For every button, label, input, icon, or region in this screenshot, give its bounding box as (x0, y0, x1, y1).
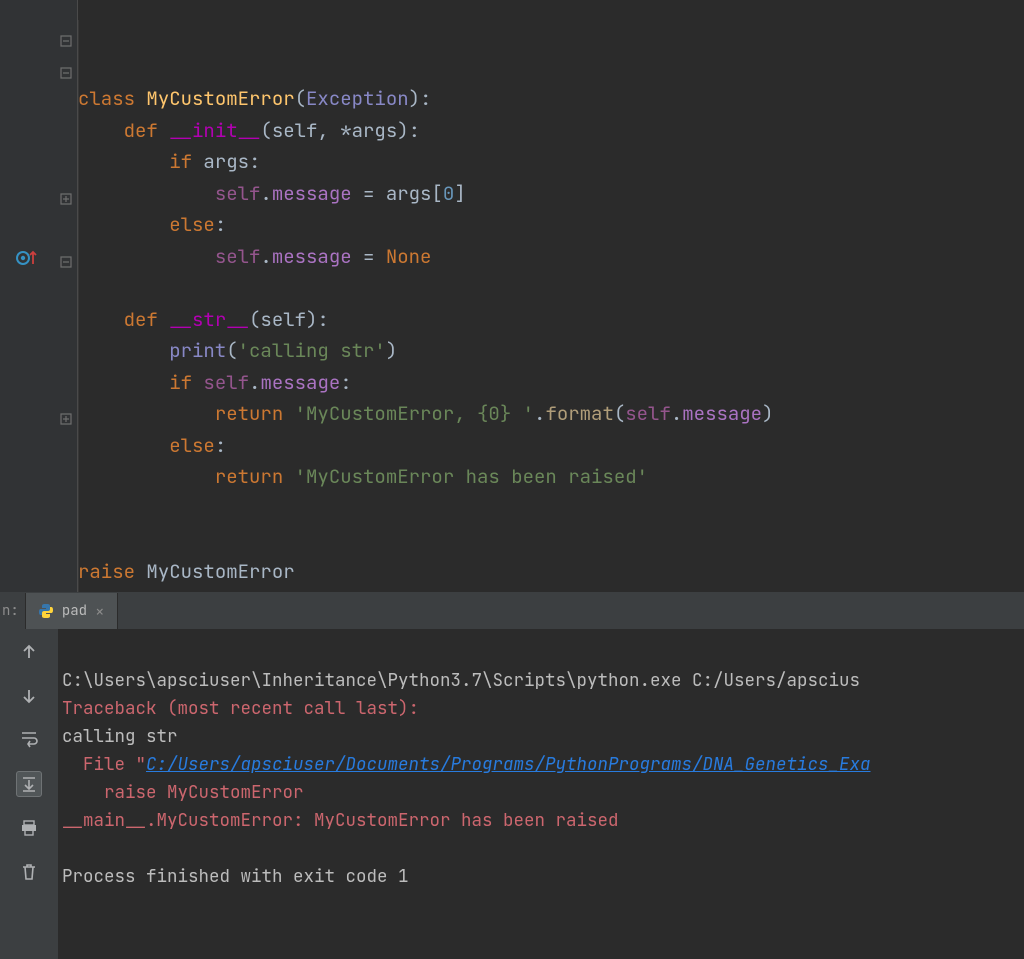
code-keyword: if (169, 149, 192, 174)
console-command: C:\Users\apsciuser\Inheritance\Python3.7… (62, 669, 860, 692)
code-keyword: return (215, 401, 283, 426)
code-method: format (545, 401, 613, 426)
code-keyword: raise (78, 559, 135, 584)
scroll-to-end-icon[interactable] (16, 771, 42, 797)
code-attr: message (272, 181, 352, 206)
console-exit: Process finished with exit code 1 (62, 865, 409, 888)
fold-icon-close[interactable] (60, 186, 72, 198)
code-keyword: def (124, 118, 158, 143)
code-dunder: __str__ (169, 307, 249, 332)
code-builtin: print (169, 338, 226, 363)
trash-icon[interactable] (16, 859, 42, 885)
console-error-line: __main__.MyCustomError: MyCustomError ha… (62, 809, 619, 832)
fold-icon-open[interactable] (60, 28, 72, 40)
code-keyword: def (124, 307, 158, 332)
code-string: 'calling str' (238, 338, 386, 363)
run-tabs: n: pad × (0, 593, 1024, 629)
print-icon[interactable] (16, 815, 42, 841)
code-dunder: __init__ (169, 118, 260, 143)
console-file-prefix: File (62, 753, 136, 776)
run-tab-pad[interactable]: pad × (26, 593, 118, 629)
run-prefix-label: n: (0, 593, 26, 629)
run-tool-window: n: pad × C:\Users\apsciuser\Inheritance\… (0, 592, 1024, 959)
code-attr: message (272, 244, 352, 269)
code-self: self (625, 401, 671, 426)
code-none: None (386, 244, 432, 269)
console-file-link[interactable]: C:/Users/apsciuser/Documents/Programs/Py… (146, 753, 871, 776)
code-number: 0 (443, 181, 454, 206)
editor-area: class MyCustomError(Exception): def __in… (0, 0, 1024, 592)
code-string: 'MyCustomError, {0} ' (295, 401, 534, 426)
code-keyword: if (169, 370, 192, 395)
code-self: self (203, 370, 249, 395)
code-base: Exception (306, 86, 409, 111)
code-attr: message (682, 401, 762, 426)
code-attr: message (260, 370, 340, 395)
code-op: = (363, 244, 374, 269)
code-op: = (363, 181, 374, 206)
console-toolbar (0, 629, 58, 959)
code-keyword: return (215, 464, 283, 489)
code-ident: args (203, 149, 249, 174)
code-string: 'MyCustomError has been raised' (295, 464, 648, 489)
console-output[interactable]: C:\Users\apsciuser\Inheritance\Python3.7… (58, 629, 1024, 959)
python-file-icon (38, 603, 54, 619)
console-quote: " (136, 753, 147, 776)
code-ident: args (386, 181, 432, 206)
fold-icon-open[interactable] (60, 249, 72, 261)
override-up-icon[interactable] (16, 247, 38, 269)
code-keyword: class (78, 86, 135, 111)
up-stack-icon[interactable] (16, 639, 42, 665)
fold-icon-open[interactable] (60, 60, 72, 72)
soft-wrap-icon[interactable] (16, 727, 42, 753)
close-icon[interactable]: × (95, 601, 105, 622)
down-stack-icon[interactable] (16, 683, 42, 709)
code-keyword: else (169, 433, 215, 458)
code-editor[interactable]: class MyCustomError(Exception): def __in… (78, 0, 1024, 592)
code-self: self (215, 181, 261, 206)
code-ident: MyCustomError (146, 559, 294, 584)
editor-gutter (0, 0, 78, 592)
console-stdout: calling str (62, 725, 178, 748)
code-keyword: else (169, 212, 215, 237)
fold-icon-close[interactable] (60, 406, 72, 418)
console-traceback: Traceback (most recent call last): (62, 697, 419, 720)
code-classname: MyCustomError (146, 86, 294, 111)
code-self: self (215, 244, 261, 269)
run-tab-label: pad (62, 602, 87, 620)
console-raise-line: raise MyCustomError (62, 781, 304, 804)
